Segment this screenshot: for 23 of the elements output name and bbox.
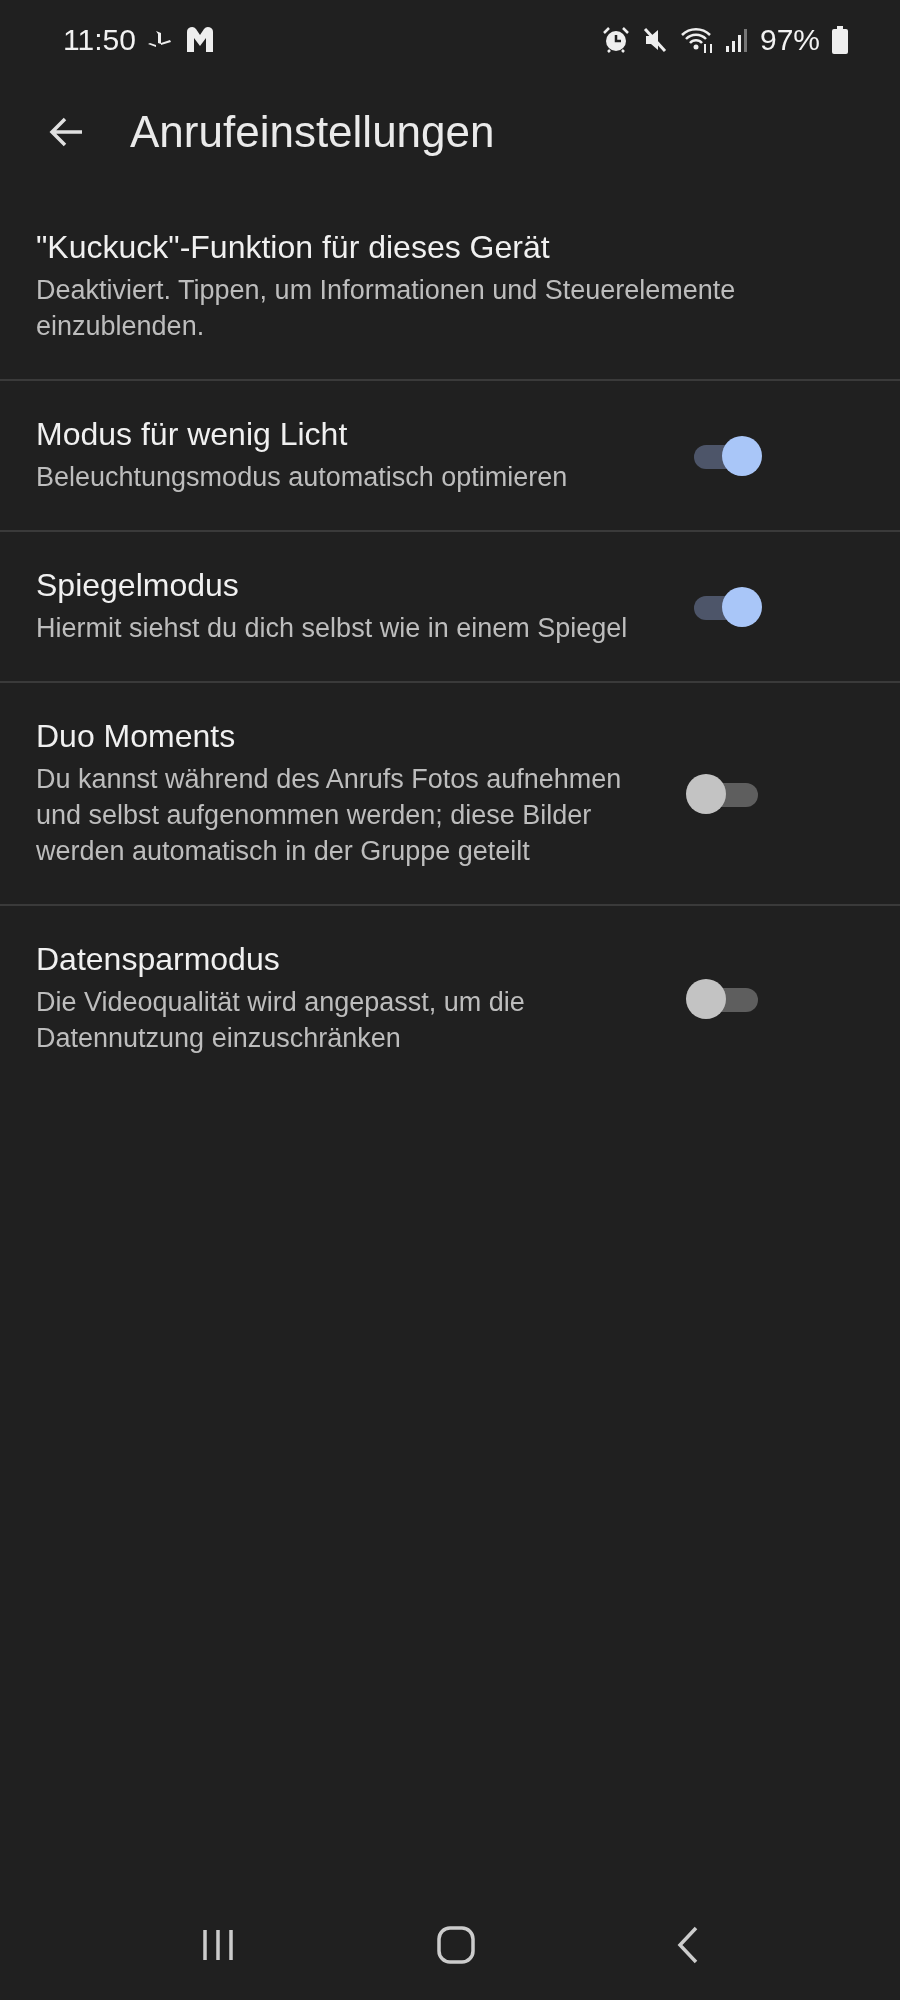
home-icon: [436, 1925, 476, 1965]
back-icon: [676, 1925, 700, 1965]
setting-title: Datensparmodus: [36, 941, 281, 978]
setting-title: Spiegelmodus: [36, 567, 240, 604]
battery-icon: [832, 26, 848, 54]
setting-description: Du kannst während des Anrufs Fotos aufnehmen und selbst aufgenommen werden; diese Bilder werden automatisch in der Gruppe geteilt: [36, 763, 623, 868]
muted-speaker-icon: [641, 26, 668, 54]
signal-icon: [725, 27, 748, 53]
setting-title: Modus für wenig Licht: [36, 416, 349, 453]
setting-description: Die Videoqualität wird angepasst, um die Datennutzung einzuschränken: [36, 986, 526, 1055]
page-title: Anrufeinstellungen: [130, 107, 495, 157]
setting-title: "Kuckuck"-Funktion für dieses Gerät: [36, 229, 551, 266]
battery-percentage: 97%: [759, 23, 820, 57]
setting-title: Duo Moments: [36, 718, 237, 755]
setting-description: Deaktiviert. Tippen, um Informationen und Steuerelemente einzublenden.: [36, 274, 737, 343]
alarm-clock-icon: [601, 26, 630, 54]
back-arrow-icon: [48, 116, 84, 148]
clock-time: 11:50: [63, 23, 136, 57]
setting-description: Beleuchtungsmodus automatisch optimieren: [36, 461, 569, 494]
recent-apps-icon: [200, 1927, 236, 1963]
wifi-icon: [679, 26, 714, 54]
setting-description: Hiermit siehst du dich selbst wie in einem Spiegel: [36, 612, 629, 645]
setting-item[interactable]: "Kuckuck"-Funktion für dieses Gerät Deaktiviert. Tippen, um Informationen und Steuerelemente einzublenden.: [36, 194, 864, 379]
